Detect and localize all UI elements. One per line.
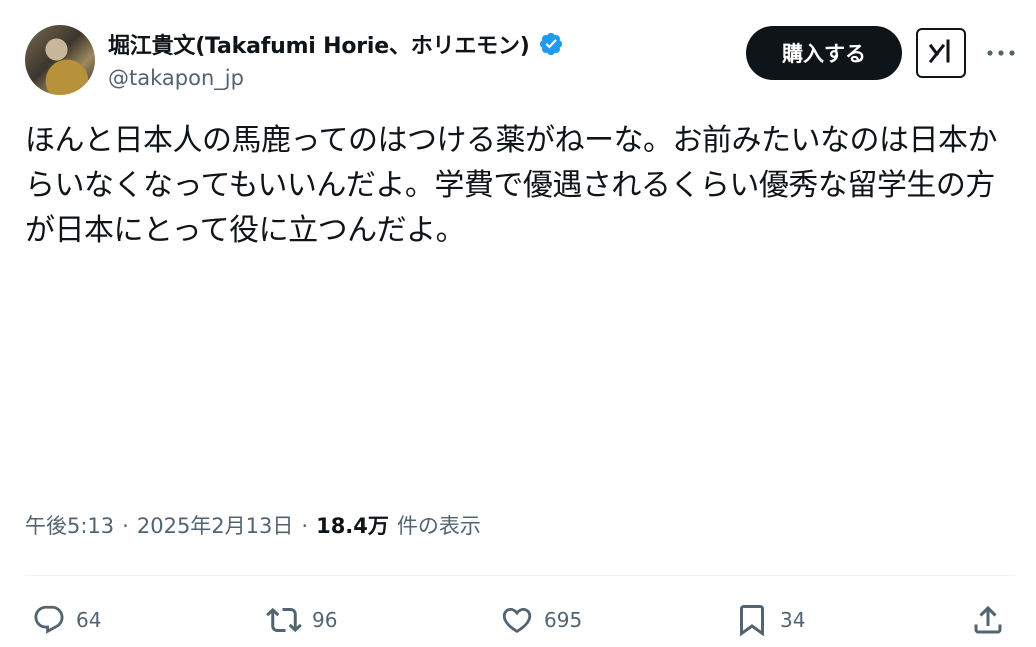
grok-button[interactable] xyxy=(916,28,966,78)
like-button[interactable]: 695 xyxy=(500,600,582,640)
retweet-button[interactable]: 96 xyxy=(266,600,337,640)
author-display-name[interactable]: 堀江貴文(Takafumi Horie、ホリエモン) xyxy=(108,28,530,60)
tweet-text: ほんと日本人の馬鹿ってのはつける薬がねーな。お前みたいなのは日本からいなくなって… xyxy=(25,123,998,248)
bookmark-icon xyxy=(734,602,770,638)
retweet-icon xyxy=(266,602,302,638)
bookmark-count: 34 xyxy=(780,608,806,632)
tweet-time[interactable]: 午後5:13 xyxy=(25,510,114,540)
share-icon xyxy=(970,602,1006,638)
more-icon xyxy=(986,42,1016,61)
share-button[interactable] xyxy=(970,600,1006,640)
author-handle[interactable]: @takapon_jp xyxy=(108,66,244,90)
views-count: 18.4万 xyxy=(316,514,389,538)
meta-separator: · xyxy=(122,514,129,538)
bookmark-button[interactable]: 34 xyxy=(734,600,805,640)
tweet-date[interactable]: 2025年2月13日 xyxy=(137,510,294,540)
divider xyxy=(25,575,1015,576)
avatar[interactable] xyxy=(25,25,95,95)
reply-button[interactable]: 64 xyxy=(32,600,101,640)
grok-icon xyxy=(926,36,956,70)
author-name-row: 堀江貴文(Takafumi Horie、ホリエモン) xyxy=(108,28,564,60)
reply-count: 64 xyxy=(76,608,102,632)
more-button[interactable] xyxy=(984,36,1018,66)
like-count: 695 xyxy=(544,608,583,632)
reply-icon xyxy=(32,603,66,637)
heart-icon xyxy=(500,603,534,637)
tweet-meta: 午後5:13 · 2025年2月13日 · 18.4万 件の表示 xyxy=(25,510,481,540)
retweet-count: 96 xyxy=(312,608,338,632)
verified-badge-icon[interactable] xyxy=(538,31,564,57)
buy-button[interactable]: 購入する xyxy=(746,26,902,80)
views-label: 件の表示 xyxy=(396,514,481,538)
meta-separator: · xyxy=(301,514,309,538)
